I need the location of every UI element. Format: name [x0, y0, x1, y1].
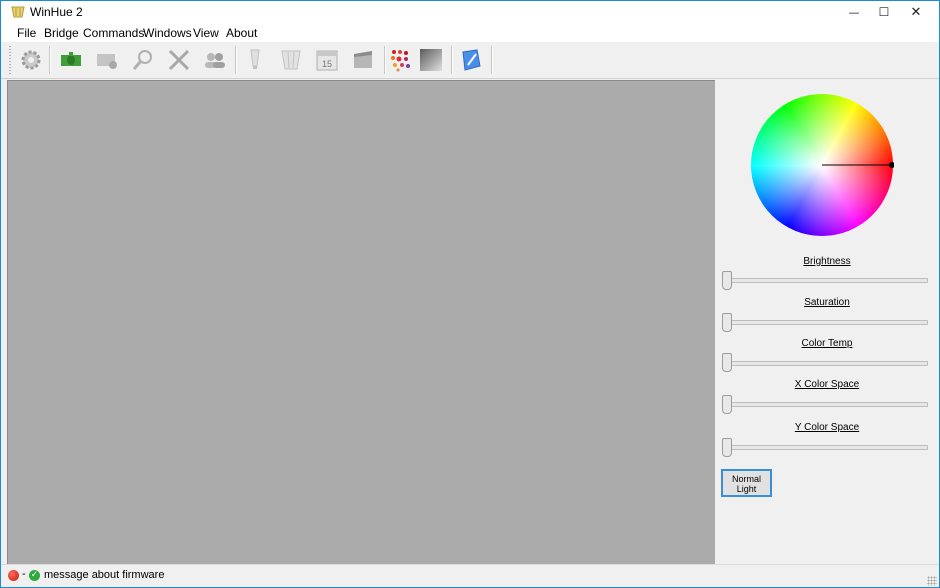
menu-file[interactable]: File	[17, 26, 36, 40]
normal-light-button[interactable]: Normal Light	[721, 469, 772, 497]
main-canvas-area[interactable]	[7, 80, 715, 565]
maximize-icon: ☐	[878, 5, 890, 19]
connection-status-icon	[8, 570, 19, 581]
brightness-slider-thumb[interactable]	[722, 271, 732, 290]
minimize-icon: —	[848, 5, 860, 19]
y-color-space-slider-thumb[interactable]	[722, 438, 732, 457]
gradient-icon[interactable]	[417, 46, 445, 74]
window-title: WinHue 2	[30, 5, 83, 19]
x-color-space-slider-thumb[interactable]	[722, 395, 732, 414]
light-control-panel: Brightness Saturation Color Temp X Color…	[715, 80, 939, 564]
status-separator: -	[22, 568, 26, 580]
status-message: message about firmware	[44, 569, 165, 581]
app-logo-icon	[11, 6, 25, 18]
saturation-slider-thumb[interactable]	[722, 313, 732, 332]
edit-icon[interactable]	[457, 46, 485, 74]
y-color-space-slider-track[interactable]	[724, 445, 928, 450]
close-icon: ✕	[910, 4, 922, 20]
resize-grip[interactable]	[927, 576, 937, 586]
close-button[interactable]: ✕	[899, 1, 933, 23]
search-icon[interactable]	[129, 46, 157, 74]
scene-icon[interactable]	[349, 46, 377, 74]
menu-about[interactable]: About	[226, 26, 257, 40]
settings-gear-icon[interactable]	[17, 46, 45, 74]
toolbar-separator	[491, 46, 493, 74]
y-color-space-label: Y Color Space	[794, 422, 860, 433]
maximize-button[interactable]: ☐	[867, 1, 901, 23]
light-bulb-icon[interactable]	[241, 46, 269, 74]
app-window: WinHue 2 — ☐ ✕ File Bridge Commands Wind…	[0, 0, 940, 588]
calendar-icon[interactable]: 15	[313, 46, 341, 74]
color-dots-icon[interactable]	[387, 46, 415, 74]
saturation-label: Saturation	[804, 297, 850, 308]
menu-windows[interactable]: Windows	[143, 26, 192, 40]
bridge-icon[interactable]	[57, 46, 85, 74]
toolbar-separator	[384, 46, 386, 74]
menu-view[interactable]: View	[193, 26, 219, 40]
brightness-slider-track[interactable]	[724, 278, 928, 283]
title-bar[interactable]: WinHue 2 — ☐ ✕	[1, 1, 939, 23]
menu-bridge[interactable]: Bridge	[44, 26, 79, 40]
minimize-button[interactable]: —	[837, 1, 871, 23]
group-icon[interactable]	[277, 46, 305, 74]
x-color-space-slider-track[interactable]	[724, 402, 928, 407]
toolbar-separator	[451, 46, 453, 74]
tools-icon[interactable]	[165, 46, 193, 74]
color-temp-slider-track[interactable]	[724, 361, 928, 366]
saturation-slider-track[interactable]	[724, 320, 928, 325]
menu-commands[interactable]: Commands	[83, 26, 144, 40]
check-icon: ✓	[29, 570, 40, 581]
x-color-space-label: X Color Space	[794, 379, 860, 390]
toolbar: 15	[1, 42, 939, 79]
calendar-day-label: 15	[322, 59, 332, 69]
toolbar-separator	[235, 46, 237, 74]
menu-bar: File Bridge Commands Windows View About	[1, 23, 939, 42]
users-icon[interactable]	[201, 46, 229, 74]
bridge-settings-icon[interactable]	[93, 46, 121, 74]
brightness-label: Brightness	[803, 256, 851, 267]
toolbar-separator	[49, 46, 51, 74]
status-bar: - ✓ message about firmware	[1, 564, 939, 587]
color-temp-slider-thumb[interactable]	[722, 353, 732, 372]
color-temp-label: Color Temp	[801, 338, 853, 349]
color-wheel[interactable]	[750, 93, 894, 237]
toolbar-grip[interactable]	[9, 46, 11, 74]
